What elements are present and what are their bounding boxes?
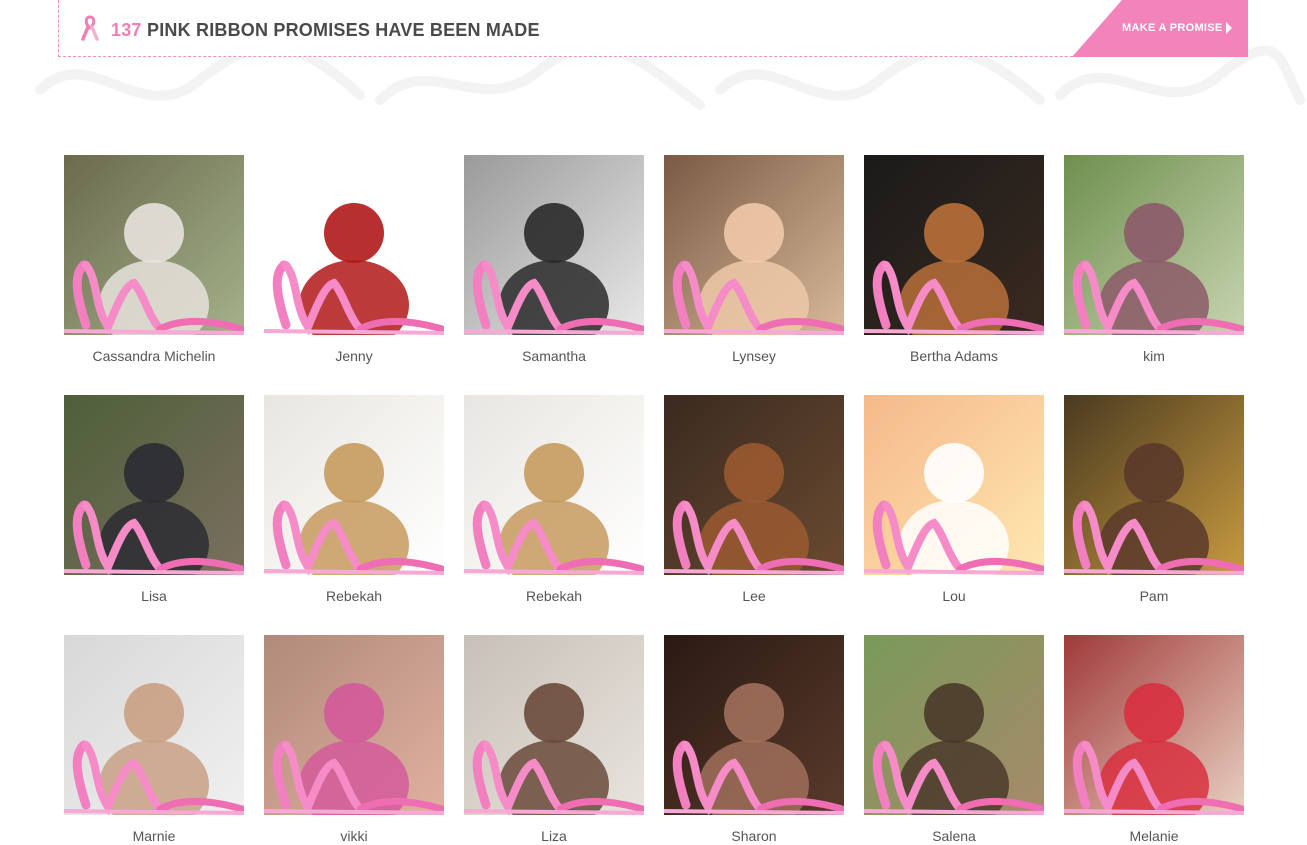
profile-photo[interactable] [664, 395, 844, 575]
pink-ribbon-icon [81, 15, 99, 41]
promise-card[interactable]: Sharon [664, 635, 844, 845]
promise-card[interactable]: Bertha Adams [864, 155, 1044, 365]
pink-ribbon-overlay [664, 500, 844, 575]
promise-card[interactable]: Melanie [1064, 635, 1244, 845]
promise-card[interactable]: Pam [1064, 395, 1244, 605]
promise-card[interactable]: Salena [864, 635, 1044, 845]
pink-ribbon-overlay [464, 740, 644, 815]
promise-name[interactable]: Lee [664, 588, 844, 604]
promise-card[interactable]: Lisa [64, 395, 244, 605]
profile-photo[interactable] [864, 395, 1044, 575]
pink-ribbon-overlay [1064, 500, 1244, 575]
pink-ribbon-overlay [64, 260, 244, 335]
profile-photo[interactable] [64, 155, 244, 335]
profile-photo[interactable] [464, 155, 644, 335]
promise-name[interactable]: Bertha Adams [864, 348, 1044, 364]
promise-card[interactable]: Lou [864, 395, 1044, 605]
promise-name[interactable]: Cassandra Michelin [64, 348, 244, 364]
pink-ribbon-overlay [264, 260, 444, 335]
promise-card[interactable]: Marnie [64, 635, 244, 845]
profile-photo[interactable] [864, 155, 1044, 335]
profile-photo[interactable] [264, 635, 444, 815]
promise-name[interactable]: Lisa [64, 588, 244, 604]
profile-photo[interactable] [664, 635, 844, 815]
promise-name[interactable]: Pam [1064, 588, 1244, 604]
pink-ribbon-overlay [864, 500, 1044, 575]
chevron-right-icon [1226, 22, 1232, 34]
make-a-promise-label: MAKE A PROMISE [1122, 22, 1223, 34]
pink-ribbon-overlay [64, 500, 244, 575]
promise-name[interactable]: Lynsey [664, 348, 844, 364]
banner-headline: PINK RIBBON PROMISES HAVE BEEN MADE [147, 20, 540, 40]
promise-name[interactable]: Lou [864, 588, 1044, 604]
promise-card[interactable]: Liza [464, 635, 644, 845]
pink-ribbon-overlay [664, 260, 844, 335]
pink-ribbon-overlay [1064, 260, 1244, 335]
profile-photo[interactable] [464, 635, 644, 815]
promise-count: 137 [111, 20, 142, 40]
pink-ribbon-overlay [864, 260, 1044, 335]
profile-photo[interactable] [1064, 395, 1244, 575]
profile-photo[interactable] [1064, 155, 1244, 335]
promise-card[interactable]: Jenny [264, 155, 444, 365]
promise-name[interactable]: Jenny [264, 348, 444, 364]
promise-name[interactable]: Samantha [464, 348, 644, 364]
profile-photo[interactable] [264, 395, 444, 575]
promise-name[interactable]: Rebekah [264, 588, 444, 604]
promise-card[interactable]: kim [1064, 155, 1244, 365]
profile-photo[interactable] [464, 395, 644, 575]
profile-photo[interactable] [664, 155, 844, 335]
profile-photo[interactable] [64, 635, 244, 815]
pink-ribbon-overlay [264, 740, 444, 815]
pink-ribbon-overlay [464, 500, 644, 575]
pink-ribbon-overlay [664, 740, 844, 815]
promise-name[interactable]: kim [1064, 348, 1244, 364]
promise-card[interactable]: Samantha [464, 155, 644, 365]
make-a-promise-button[interactable]: MAKE A PROMISE [1072, 0, 1248, 57]
pink-ribbon-overlay [64, 740, 244, 815]
promise-card[interactable]: Rebekah [264, 395, 444, 605]
pink-ribbon-overlay [264, 500, 444, 575]
pink-ribbon-overlay [864, 740, 1044, 815]
promise-card[interactable]: Rebekah [464, 395, 644, 605]
pink-ribbon-overlay [464, 260, 644, 335]
profile-photo[interactable] [264, 155, 444, 335]
promise-name[interactable]: Rebekah [464, 588, 644, 604]
profile-photo[interactable] [1064, 635, 1244, 815]
promise-card[interactable]: Cassandra Michelin [64, 155, 244, 365]
promise-gallery: Cassandra Michelin Jenny Samantha Lynsey Ber… [64, 155, 1244, 845]
profile-photo[interactable] [64, 395, 244, 575]
promise-card[interactable]: Lee [664, 395, 844, 605]
promise-counter-banner: 137 PINK RIBBON PROMISES HAVE BEEN MADE … [58, 0, 1248, 57]
promise-card[interactable]: Lynsey [664, 155, 844, 365]
promise-card[interactable]: vikki [264, 635, 444, 845]
pink-ribbon-overlay [1064, 740, 1244, 815]
profile-photo[interactable] [864, 635, 1044, 815]
